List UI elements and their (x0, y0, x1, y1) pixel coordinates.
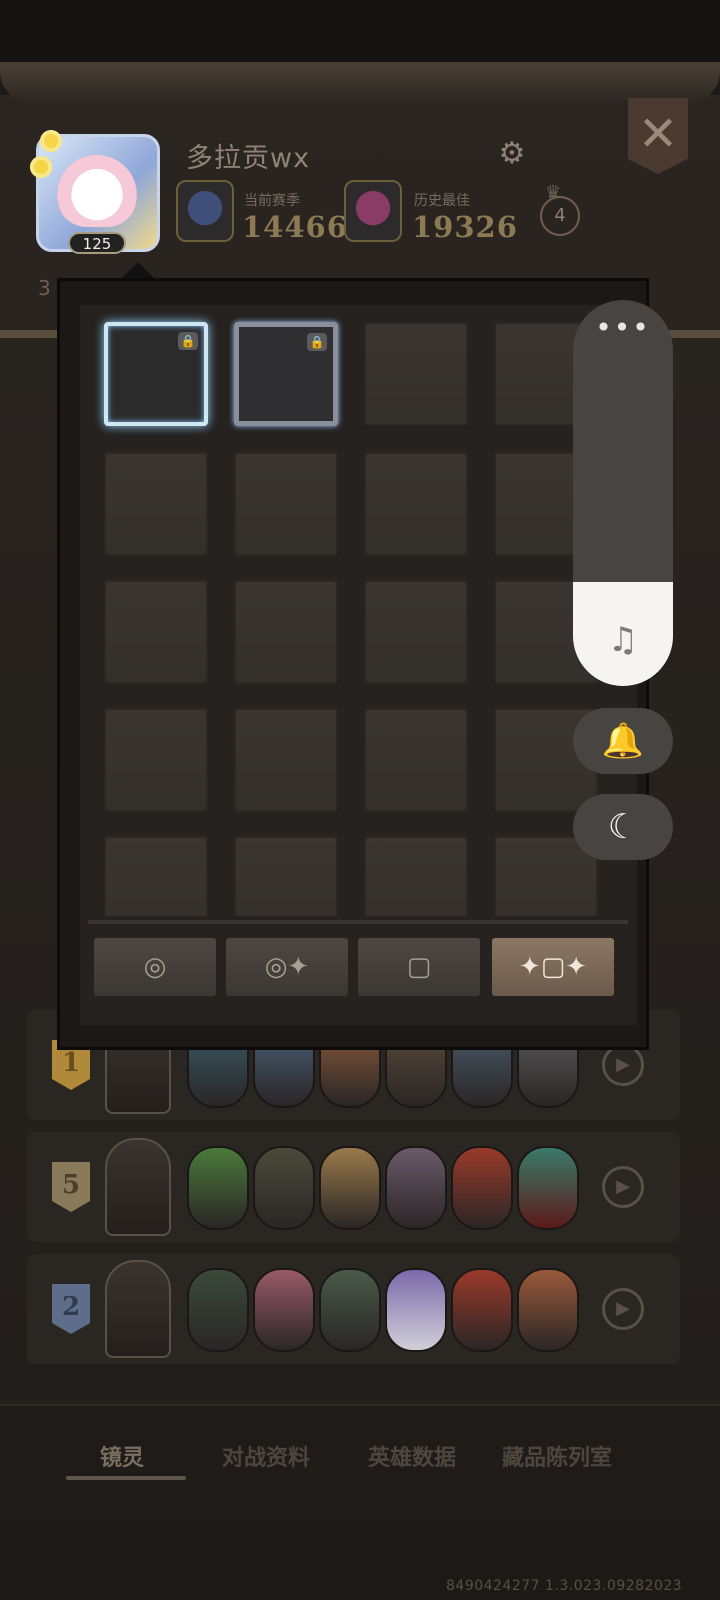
version-text: 8490424277 1.3.023.09282023 (446, 1578, 683, 1594)
empty-frame-cell[interactable] (364, 322, 468, 426)
do-not-disturb-button[interactable]: ☾ (573, 794, 673, 860)
ring-mode-button[interactable]: 🔔 (573, 708, 673, 774)
nav-item-mirror-spirit[interactable]: 镜灵 (100, 1440, 144, 1472)
popup-divider (88, 920, 628, 924)
nav-item-collection-room[interactable]: 藏品陈列室 (502, 1440, 612, 1472)
season-emblem-icon (176, 180, 234, 242)
nav-item-battle-data[interactable]: 对战资料 (222, 1440, 310, 1472)
flower-icon (30, 156, 52, 178)
empty-frame-cell[interactable] (234, 708, 338, 812)
leader-portrait (105, 1138, 171, 1236)
sparkle-frame-icon: ✦▢✦ (518, 952, 588, 982)
tab-sparkle-frame[interactable]: ✦▢✦ (492, 938, 614, 996)
hero-portrait (319, 1146, 381, 1230)
empty-frame-cell[interactable] (104, 452, 208, 556)
top-bar (0, 0, 720, 70)
lock-icon: 🔒 (307, 333, 327, 351)
nav-item-hero-data[interactable]: 英雄数据 (368, 1440, 456, 1472)
steampunk-frame-cell[interactable]: 🔒 (234, 322, 338, 426)
hero-portrait (187, 1268, 249, 1352)
best-label: 历史最佳 (414, 193, 470, 209)
empty-frame-cell[interactable] (104, 708, 208, 812)
hero-portrait (253, 1146, 315, 1230)
play-replay-button[interactable]: ▶ (602, 1288, 644, 1330)
hero-portrait (385, 1268, 447, 1352)
wood-header (0, 62, 720, 102)
rank-shield: 5 (52, 1162, 90, 1212)
tab-frame[interactable]: ▢ (358, 938, 480, 996)
hero-portrait (187, 1146, 249, 1230)
bell-icon: 🔔 (601, 721, 645, 761)
lock-icon: 🔒 (178, 332, 198, 350)
best-value: 19326 (412, 210, 518, 244)
hero-portrait (253, 1268, 315, 1352)
hero-portrait (451, 1268, 513, 1352)
square-frame-icon: ▢ (406, 952, 432, 982)
close-button[interactable]: ✕ (628, 98, 688, 174)
empty-frame-cell[interactable] (234, 836, 338, 916)
lineup-row[interactable]: 5 ▶ (27, 1132, 680, 1242)
current-season-label: 当前赛季 (244, 193, 300, 209)
tab-sparkle-egg[interactable]: ◎✦ (226, 938, 348, 996)
best-emblem-icon (344, 180, 402, 242)
gear-icon[interactable]: ⚙ (496, 138, 528, 170)
close-icon: ✕ (637, 106, 679, 162)
music-note-icon: ♫ (607, 620, 639, 660)
empty-frame-cell[interactable] (364, 836, 468, 916)
empty-frame-cell[interactable] (104, 836, 208, 916)
hero-portrait (517, 1146, 579, 1230)
player-name: 多拉贡wx (186, 143, 311, 174)
flower-icon (40, 130, 62, 152)
leader-portrait (105, 1260, 171, 1358)
hero-portrait (385, 1146, 447, 1230)
more-icon[interactable]: ••• (573, 314, 673, 342)
moon-icon: ☾ (607, 807, 639, 847)
sparkle-egg-icon: ◎✦ (264, 952, 310, 982)
empty-frame-cell[interactable] (364, 708, 468, 812)
egg-icon: ◎ (143, 952, 167, 982)
hero-portrait (517, 1268, 579, 1352)
tab-egg[interactable]: ◎ (94, 938, 216, 996)
avatar-character (57, 155, 137, 227)
empty-frame-cell[interactable] (364, 580, 468, 684)
play-replay-button[interactable]: ▶ (602, 1044, 644, 1086)
current-season-value: 14466 (242, 210, 348, 244)
lineup-row[interactable]: 2 ▶ (27, 1254, 680, 1364)
empty-frame-cell[interactable] (104, 580, 208, 684)
avatar-level-badge: 125 (68, 232, 126, 254)
empty-frame-cell[interactable] (234, 452, 338, 556)
empty-frame-cell[interactable] (234, 580, 338, 684)
nav-active-indicator (66, 1476, 186, 1480)
hero-portrait (451, 1146, 513, 1230)
crown-count-badge: 4 (540, 196, 580, 236)
rank-shield: 2 (52, 1284, 90, 1334)
play-replay-button[interactable]: ▶ (602, 1166, 644, 1208)
empty-frame-cell[interactable] (364, 452, 468, 556)
hero-portrait (319, 1268, 381, 1352)
season-number: 3 (38, 276, 51, 300)
lightning-frame-cell[interactable]: 🔒 (104, 322, 208, 426)
